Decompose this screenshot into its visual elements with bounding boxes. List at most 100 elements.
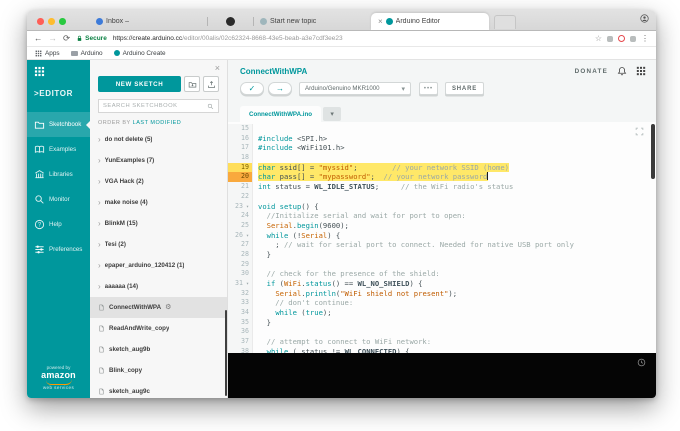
bookmark-arduino-create[interactable]: Arduino Create <box>114 50 166 57</box>
chevron-right-icon[interactable]: › <box>98 136 101 144</box>
code-line-23[interactable]: 23▾void setup() { <box>228 202 656 212</box>
chevron-right-icon[interactable]: › <box>98 283 101 291</box>
bookmark-star-icon[interactable]: ☆ <box>595 35 602 43</box>
forward-icon[interactable]: → <box>49 34 58 43</box>
code-line-33[interactable]: 33 // don't continue: <box>228 298 656 308</box>
help-icon: ? <box>34 219 45 230</box>
chevron-right-icon[interactable]: › <box>98 220 101 228</box>
bookmark-apps[interactable]: Apps <box>35 50 60 57</box>
code-line-24[interactable]: 24 //Initialize serial and wait for port… <box>228 211 656 221</box>
chevron-right-icon[interactable]: › <box>98 262 101 270</box>
close-window-button[interactable] <box>37 18 44 25</box>
folder-item[interactable]: ›BlinkM (15) <box>90 213 227 234</box>
code-line-28[interactable]: 28 } <box>228 250 656 260</box>
share-button[interactable]: SHARE <box>445 82 484 95</box>
donate-link[interactable]: DONATE <box>575 68 608 75</box>
code-line-34[interactable]: 34 while (true); <box>228 308 656 318</box>
browser-tab-inbox-[interactable]: Inbox – <box>89 13 207 30</box>
tab-title: Start new topic <box>270 18 316 25</box>
browser-tab[interactable] <box>207 13 253 30</box>
search-input[interactable] <box>103 103 207 109</box>
app-launcher-icon[interactable] <box>34 66 45 77</box>
editor-scrollbar[interactable] <box>651 124 655 179</box>
import-sketch-button[interactable] <box>184 76 200 92</box>
fullscreen-icon[interactable] <box>635 127 644 136</box>
board-selector[interactable]: Arduino/Genuino MKR1000 ▾ <box>299 82 411 95</box>
panel-close-icon[interactable]: × <box>215 63 220 73</box>
url-field[interactable]: https://create.arduino.cc/editor/00alis/… <box>113 35 589 42</box>
code-line-30[interactable]: 30 // check for the presence of the shie… <box>228 269 656 279</box>
code-line-20[interactable]: 20char pass[] = "mypassword"; // your ne… <box>228 172 656 182</box>
folder-item[interactable]: ›VGA Hack (2) <box>90 171 227 192</box>
line-number: 28 <box>228 250 253 260</box>
sidebar-item-sketchbook[interactable]: Sketchbook <box>27 112 90 137</box>
minimize-window-button[interactable] <box>48 18 55 25</box>
chevron-right-icon[interactable]: › <box>98 199 101 207</box>
code-line-26[interactable]: 26▾ while (!Serial) { <box>228 231 656 241</box>
code-line-25[interactable]: 25 Serial.begin(9600); <box>228 221 656 231</box>
tab-close-icon[interactable]: × <box>378 18 383 26</box>
chevron-right-icon[interactable]: › <box>98 157 101 165</box>
code-line-22[interactable]: 22 <box>228 192 656 202</box>
back-icon[interactable]: ← <box>34 34 43 43</box>
file-tab-menu-button[interactable]: ▾ <box>323 107 341 121</box>
chevron-right-icon[interactable]: › <box>98 178 101 186</box>
folder-item[interactable]: ›epaper_arduino_120412 (1) <box>90 255 227 276</box>
file-item[interactable]: sketch_aug9c <box>90 381 227 398</box>
notifications-bell-icon[interactable] <box>617 66 627 76</box>
bookmark-arduino-folder[interactable]: Arduino <box>71 50 103 57</box>
file-item[interactable]: sketch_aug9b <box>90 339 227 360</box>
code-line-16[interactable]: 16#include <SPI.h> <box>228 134 656 144</box>
code-line-21[interactable]: 21int status = WL_IDLE_STATUS; // the Wi… <box>228 182 656 192</box>
gear-icon[interactable]: ⚙ <box>165 304 171 311</box>
extension-red-icon[interactable] <box>618 35 625 42</box>
browser-tab-arduino-editor[interactable]: ×Arduino Editor <box>371 13 489 30</box>
code-line-36[interactable]: 36 <box>228 327 656 337</box>
folder-item[interactable]: ›Tesi (2) <box>90 234 227 255</box>
chevron-right-icon[interactable]: › <box>98 241 101 249</box>
profile-icon[interactable] <box>640 14 649 23</box>
folder-item[interactable]: ›do not delete (5) <box>90 129 227 150</box>
sidebar-item-examples[interactable]: Examples <box>27 137 90 162</box>
code-line-31[interactable]: 31▾ if (WiFi.status() == WL_NO_SHIELD) { <box>228 279 656 289</box>
sidebar-item-monitor[interactable]: Monitor <box>27 187 90 212</box>
code-line-27[interactable]: 27 ; // wait for serial port to connect.… <box>228 240 656 250</box>
code-editor[interactable]: 1516#include <SPI.h>17#include <WiFi101.… <box>228 122 656 353</box>
secure-chip[interactable]: Secure <box>76 35 107 42</box>
new-sketch-button[interactable]: NEW SKETCH <box>98 76 181 92</box>
code-line-32[interactable]: 32 Serial.println("WiFi shield not prese… <box>228 289 656 299</box>
upload-button[interactable]: → <box>268 82 292 95</box>
sidebar-item-libraries[interactable]: Libraries <box>27 162 90 187</box>
file-item[interactable]: ReadAndWrite_copy <box>90 318 227 339</box>
sidebar-item-help[interactable]: ?Help <box>27 212 90 237</box>
more-actions-button[interactable]: ••• <box>419 82 438 95</box>
panel-scrollbar[interactable] <box>225 310 228 396</box>
file-tab[interactable]: ConnectWithWPA.ino <box>240 106 321 122</box>
verify-button[interactable]: ✓ <box>240 82 264 95</box>
apps-menu-icon[interactable] <box>636 66 646 76</box>
order-by[interactable]: ORDER BY LAST MODIFIED <box>98 120 219 126</box>
file-item[interactable]: Blink_copy <box>90 360 227 381</box>
code-line-17[interactable]: 17#include <WiFi101.h> <box>228 143 656 153</box>
aws-sub-text: web services <box>27 385 90 390</box>
browser-tab-start-new-topic[interactable]: Start new topic <box>253 13 371 30</box>
code-line-19[interactable]: 19char ssid[] = "myssid"; // your networ… <box>228 163 656 173</box>
file-item[interactable]: ConnectWithWPA⚙ <box>90 297 227 318</box>
new-tab-button[interactable] <box>494 15 516 29</box>
code-line-37[interactable]: 37 // attempt to connect to WiFi network… <box>228 337 656 347</box>
folder-item[interactable]: ›make noise (4) <box>90 192 227 213</box>
upload-sketch-button[interactable] <box>203 76 219 92</box>
browser-menu-icon[interactable]: ⋮ <box>641 35 649 43</box>
folder-item[interactable]: ›YunExamples (7) <box>90 150 227 171</box>
clock-icon[interactable] <box>637 358 646 367</box>
extension-icon-2[interactable] <box>630 36 636 42</box>
zoom-window-button[interactable] <box>59 18 66 25</box>
code-line-18[interactable]: 18 <box>228 153 656 163</box>
code-line-15[interactable]: 15 <box>228 124 656 134</box>
code-line-35[interactable]: 35 } <box>228 318 656 328</box>
folder-item[interactable]: ›aaaaaa (14) <box>90 276 227 297</box>
extension-icon[interactable] <box>607 36 613 42</box>
sidebar-item-preferences[interactable]: Preferences <box>27 237 90 262</box>
reload-icon[interactable]: ⟳ <box>63 34 70 43</box>
code-line-29[interactable]: 29 <box>228 260 656 270</box>
